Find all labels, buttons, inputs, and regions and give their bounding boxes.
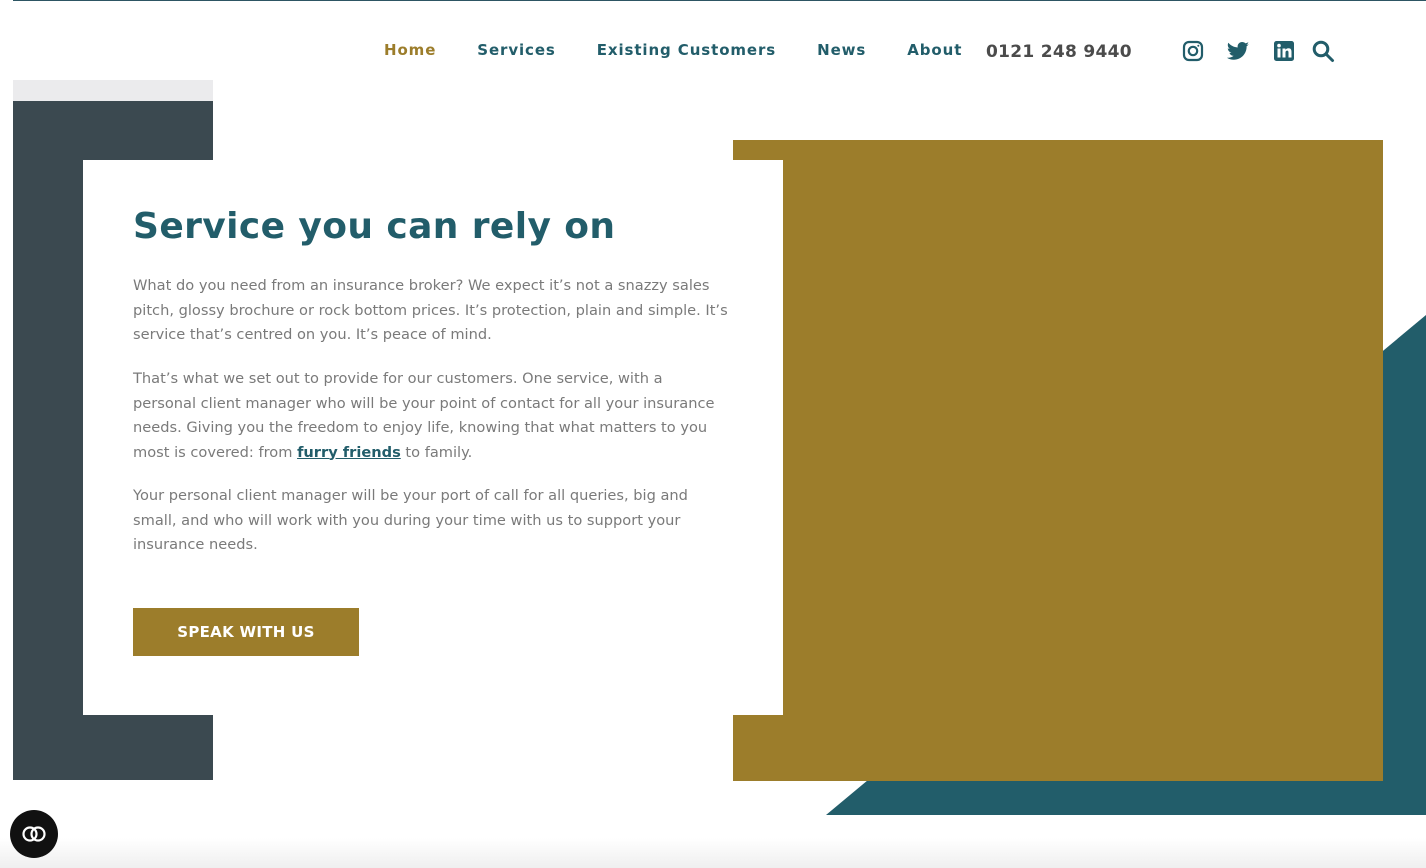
nav-news[interactable]: News <box>817 41 866 59</box>
hero-paragraph-2-tail: to family. <box>400 443 473 461</box>
bottom-fade <box>0 838 1426 868</box>
furry-friends-link[interactable]: furry friends <box>297 444 401 461</box>
speak-with-us-button[interactable]: SPEAK WITH US <box>133 608 359 656</box>
accessibility-icon <box>22 826 46 842</box>
hero-image-placeholder <box>733 140 1383 781</box>
hero-paragraph-2: That’s what we set out to provide for ou… <box>133 367 728 465</box>
instagram-icon[interactable] <box>1181 39 1205 63</box>
nav-home[interactable]: Home <box>384 41 436 59</box>
twitter-icon[interactable] <box>1226 39 1250 63</box>
main-nav: Home Services Existing Customers News Ab… <box>384 41 1003 59</box>
nav-services[interactable]: Services <box>477 41 556 59</box>
nav-about[interactable]: About <box>907 41 962 59</box>
hero-title: Service you can rely on <box>133 206 616 247</box>
phone-number[interactable]: 0121 248 9440 <box>986 42 1132 62</box>
nav-existing-customers[interactable]: Existing Customers <box>597 41 776 59</box>
hero-card: Service you can rely on What do you need… <box>83 160 783 715</box>
decor-gray-band <box>13 80 213 102</box>
hero-paragraph-3: Your personal client manager will be you… <box>133 487 688 553</box>
page: Home Services Existing Customers News Ab… <box>0 0 1426 868</box>
hero-paragraph-1: What do you need from an insurance broke… <box>133 277 728 343</box>
accessibility-button[interactable] <box>10 810 58 858</box>
search-icon[interactable] <box>1311 39 1335 63</box>
linkedin-icon[interactable] <box>1272 39 1296 63</box>
site-header: Home Services Existing Customers News Ab… <box>0 1 1426 99</box>
